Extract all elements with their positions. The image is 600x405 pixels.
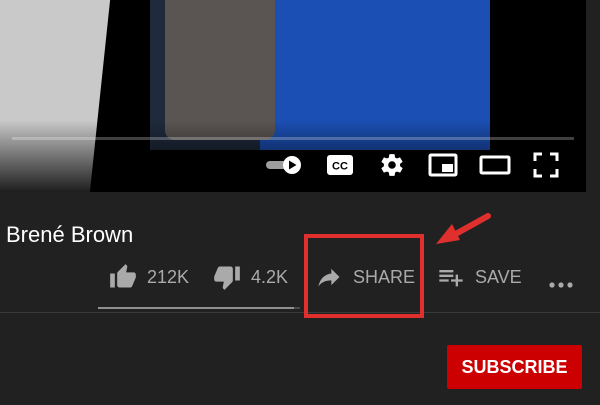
thumbs-down-icon <box>214 266 240 290</box>
annotation-arrow-icon <box>436 213 491 244</box>
subscribe-button[interactable]: SUBSCRIBE <box>447 345 582 389</box>
like-button[interactable]: 212K <box>108 261 189 293</box>
miniplayer-button[interactable] <box>426 151 460 179</box>
save-label: SAVE <box>475 266 522 287</box>
more-actions-button[interactable] <box>548 266 574 298</box>
settings-button[interactable] <box>377 151 407 179</box>
dislike-button[interactable]: 4.2K <box>212 261 288 293</box>
captions-button[interactable]: CC <box>325 151 355 179</box>
autoplay-toggle[interactable] <box>264 151 304 179</box>
theater-mode-button[interactable] <box>478 151 512 179</box>
fullscreen-button[interactable] <box>531 151 561 179</box>
section-divider <box>0 312 600 313</box>
like-count: 212K <box>147 266 190 287</box>
thumbs-up-icon <box>110 264 136 288</box>
gear-icon <box>381 154 403 176</box>
sentiment-bar-likes <box>98 307 294 309</box>
playlist-add-icon <box>439 270 463 287</box>
svg-text:CC: CC <box>332 161 348 173</box>
video-frame-speaker <box>165 0 275 140</box>
channel-title[interactable]: Brené Brown <box>6 221 133 249</box>
save-button[interactable]: SAVE <box>436 261 522 293</box>
video-progress-bar[interactable] <box>12 137 574 140</box>
sentiment-bar-dislikes <box>294 307 300 309</box>
autoplay-icon <box>266 156 301 174</box>
share-highlight-box <box>304 234 424 318</box>
captions-icon: CC <box>327 155 353 175</box>
video-player[interactable]: CC <box>0 0 586 192</box>
dislike-count: 4.2K <box>251 266 289 287</box>
miniplayer-icon <box>428 153 458 177</box>
more-horizontal-icon <box>549 282 573 288</box>
fullscreen-icon <box>533 152 559 178</box>
theater-mode-icon <box>479 155 511 175</box>
